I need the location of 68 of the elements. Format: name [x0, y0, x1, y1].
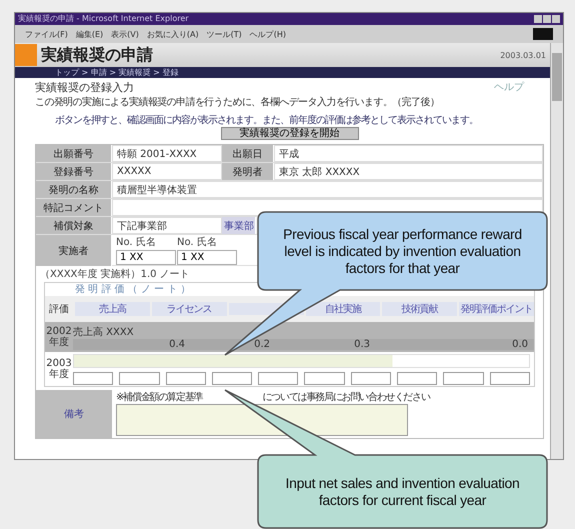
section-title: （XXXX年度 実施料）1.0 ノート — [39, 268, 191, 282]
breadcrumb: トップ > 申請 > 実績報奨 > 登録 — [55, 67, 178, 78]
factor-input[interactable] — [490, 372, 530, 384]
description: この発明の実施による実績報奨の申請を行うために、各欄へデータ入力を行います。（完了後） — [35, 96, 440, 109]
scrollbar[interactable] — [550, 43, 563, 459]
factor-value: 0.3 — [353, 338, 371, 350]
label-cell: 特記コメント — [36, 199, 112, 216]
year-label: 2002 年度 — [45, 326, 73, 348]
remarks-textarea[interactable] — [116, 404, 408, 436]
value-cell: 特願 2001-XXXX — [112, 145, 222, 162]
menu-item[interactable]: お気に入り(A) — [146, 28, 199, 40]
menu-item[interactable]: 編集(E) — [76, 28, 104, 40]
remarks-note: については事務局にお問い合わせください — [262, 390, 430, 404]
column-header: No. 氏名 — [116, 236, 157, 249]
sales-input[interactable] — [73, 354, 530, 368]
factor-header: 売上高 — [75, 302, 150, 316]
column-header: No. 氏名 — [177, 236, 218, 249]
start-button[interactable]: 実績報奨の登録を開始 — [220, 127, 358, 140]
remarks-note: ※補償金額の算定基準 — [116, 390, 202, 404]
factor-title: 発 明 評 価 （ ノ ー ト ） — [74, 283, 192, 296]
factor-header: 技術貢献 — [382, 302, 458, 316]
factor-input[interactable] — [166, 372, 206, 384]
value-cell: 平成 — [274, 145, 543, 162]
page-logo-icon — [15, 44, 37, 66]
notice-text: ボタンを押すと、確認画面に内容が表示されます。また、前年度の評価は参考として表示されています。 — [55, 114, 479, 127]
label-cell: 発明の名称 — [36, 181, 112, 198]
factor-input[interactable] — [397, 372, 438, 384]
factor-header: 自社実施 — [306, 302, 380, 316]
value-field[interactable]: 1 XX — [177, 250, 237, 265]
year-label: 2003 年度 — [45, 358, 73, 380]
factor-input[interactable] — [119, 372, 160, 384]
previous-note: 売上高 XXXX — [73, 326, 135, 338]
factor-header: ライセンス — [152, 302, 227, 316]
window-title: 実績報奨の申請 - Microsoft Internet Explorer — [18, 13, 189, 25]
value-cell: 東京 太郎 XXXXX — [274, 163, 543, 180]
callout-text: Input net sales and invention evaluation factors for current fiscal year — [284, 474, 520, 508]
factor-input[interactable] — [212, 372, 252, 384]
factor-value: 0.0 — [511, 338, 529, 350]
label-cell: 登録番号 — [36, 163, 112, 180]
factor-input[interactable] — [304, 372, 345, 384]
value-field[interactable]: 1 XX — [116, 250, 176, 265]
factor-input[interactable] — [443, 372, 484, 384]
remarks-label: 備考 — [63, 408, 85, 422]
page-date: 2003.03.01 — [500, 50, 547, 60]
factor-input[interactable] — [73, 372, 114, 384]
label-cell: 補償対象 — [36, 217, 112, 234]
factor-header: 発明評価ポイント — [459, 302, 534, 316]
value-cell: 積層型半導体装置 — [112, 181, 543, 198]
label-cell: 出願日 — [222, 145, 274, 162]
label-cell: 出願番号 — [36, 145, 112, 162]
factor-input[interactable] — [258, 372, 298, 384]
factor-value: 0.2 — [253, 338, 271, 350]
link-label[interactable]: 事業部 — [222, 217, 256, 234]
menu-item[interactable]: ファイル(F) — [25, 28, 68, 40]
factor-input[interactable] — [350, 372, 392, 384]
label-cell: 発明者 — [222, 163, 274, 180]
menu-item[interactable]: ツール(T) — [206, 28, 242, 40]
menu-item[interactable]: ヘルプ(H) — [250, 28, 286, 40]
callout-text: Previous fiscal year performance reward level is indicated by invention evaluation factors for that year — [282, 226, 523, 276]
label-cell: 実施者 — [36, 235, 112, 266]
value-cell: XXXXX — [112, 163, 222, 180]
factor-value: 0.4 — [168, 338, 186, 350]
row-label: 評価 — [48, 304, 70, 314]
form-heading: 実績報奨の登録入力 — [35, 80, 134, 95]
page-title: 実績報奨の申請 — [41, 44, 153, 66]
menu-item[interactable]: 表示(V) — [111, 28, 139, 40]
value-cell: 下記事業部 — [112, 217, 222, 234]
window-controls-icon[interactable] — [534, 15, 560, 23]
